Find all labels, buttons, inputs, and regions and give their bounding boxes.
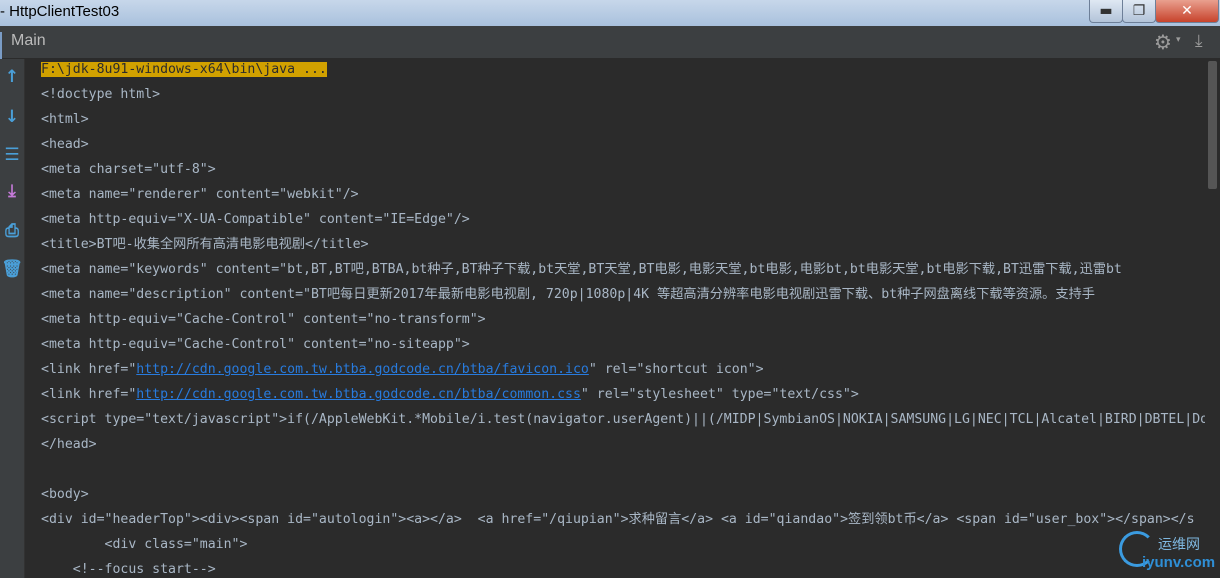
tab-grip-icon xyxy=(0,32,6,68)
console-side-toolbar: ↑ ↓ ☰ ⤓ ⎙ 🗑 xyxy=(0,59,25,578)
console-text: " rel="stylesheet" type="text/css"> xyxy=(580,387,859,402)
console-line: <!--focus start--> xyxy=(41,559,216,578)
console-text: " rel="shortcut icon"> xyxy=(588,362,764,377)
console-text: <div id="headerTop"><div><span id="autol… xyxy=(41,512,1195,527)
watermark-en: iyunv.com xyxy=(1142,554,1216,571)
console-text: <script type="text/javascript">if(/Apple… xyxy=(41,412,1205,427)
console-text: <!--focus start--> xyxy=(41,562,216,577)
console-line: <title>BT吧-收集全网所有高清电影电视剧</title> xyxy=(41,234,369,256)
console-line: <div id="headerTop"><div><span id="autol… xyxy=(41,509,1195,531)
vertical-scrollbar[interactable] xyxy=(1205,59,1220,578)
console-text: </head> xyxy=(41,437,97,452)
console-line: <meta http-equiv="Cache-Control" content… xyxy=(41,309,486,331)
watermark-logo: 运维网 iyunv.com xyxy=(1116,528,1220,578)
print-icon[interactable]: ⎙ xyxy=(2,221,22,241)
console-line: <meta http-equiv="Cache-Control" content… xyxy=(41,334,470,356)
console-text: <meta name="description" content="BT吧每日更… xyxy=(41,287,1095,302)
console-line: </head> xyxy=(41,434,97,456)
tab-main[interactable]: Main xyxy=(11,32,46,50)
console-text: <link href=" xyxy=(41,362,137,377)
console-line: <script type="text/javascript">if(/Apple… xyxy=(41,409,1205,431)
command-line-text[interactable]: F:\jdk-8u91-windows-x64\bin\java ... xyxy=(41,62,327,77)
console-line: <meta http-equiv="X-UA-Compatible" conte… xyxy=(41,209,470,231)
console-line: <body> xyxy=(41,484,89,506)
console-line: <link href="http://cdn.google.com.tw.btb… xyxy=(41,359,764,381)
console-line: <!doctype html> xyxy=(41,84,160,106)
close-icon: ✕ xyxy=(1181,3,1193,19)
chevron-down-icon[interactable]: ▾ xyxy=(1176,35,1181,45)
up-arrow-icon[interactable]: ↑ xyxy=(2,67,22,87)
soft-wrap-icon[interactable]: ☰ xyxy=(2,145,22,165)
run-toolbar: Main ⚙ ▾ ⤓ xyxy=(0,26,1220,68)
scroll-to-end-icon[interactable]: ⤓ xyxy=(2,181,22,201)
close-button[interactable]: ✕ xyxy=(1155,0,1219,23)
console-text: <head> xyxy=(41,137,89,152)
console-text: <link href=" xyxy=(41,387,137,402)
console-text: <meta http-equiv="X-UA-Compatible" conte… xyxy=(41,212,470,227)
gear-icon[interactable]: ⚙ xyxy=(1154,30,1172,54)
download-icon[interactable]: ⤓ xyxy=(1195,31,1203,51)
console-line: <html> xyxy=(41,109,89,131)
scrollbar-thumb[interactable] xyxy=(1208,61,1217,189)
maximize-button[interactable]: ❐ xyxy=(1122,0,1156,23)
window-title: - HttpClientTest03 xyxy=(0,3,120,20)
maximize-icon: ❐ xyxy=(1132,3,1146,19)
console-text: <meta http-equiv="Cache-Control" content… xyxy=(41,337,470,352)
console-text: <!doctype html> xyxy=(41,87,161,102)
watermark-cn: 运维网 xyxy=(1158,537,1200,553)
console-line: <meta charset="utf-8"> xyxy=(41,159,216,181)
console-line: <link href="http://cdn.google.com.tw.btb… xyxy=(41,384,859,406)
console-text: <meta name="renderer" content="webkit"/> xyxy=(41,187,359,202)
console-text: <meta http-equiv="Cache-Control" content… xyxy=(41,312,486,327)
console-line: F:\jdk-8u91-windows-x64\bin\java ... xyxy=(41,59,327,81)
title-bar: - HttpClientTest03 ▬ ❐ ✕ xyxy=(0,0,1220,26)
console-output[interactable]: F:\jdk-8u91-windows-x64\bin\java ... <!do… xyxy=(25,59,1205,578)
minimize-button[interactable]: ▬ xyxy=(1089,0,1123,23)
console-line: <meta name="keywords" content="bt,BT,BT吧… xyxy=(41,259,1122,281)
console-link[interactable]: http://cdn.google.com.tw.btba.godcode.cn… xyxy=(136,362,589,377)
console-text: <html> xyxy=(41,112,89,127)
minimize-icon: ▬ xyxy=(1099,3,1113,19)
console-line: <div class="main"> xyxy=(41,534,248,556)
console-line: <meta name="description" content="BT吧每日更… xyxy=(41,284,1095,306)
console-text: <meta charset="utf-8"> xyxy=(41,162,216,177)
console-text: <div class="main"> xyxy=(41,537,248,552)
trash-icon[interactable]: 🗑 xyxy=(1,259,23,279)
console-text: <body> xyxy=(41,487,89,502)
console-text: <meta name="keywords" content="bt,BT,BT吧… xyxy=(41,262,1122,277)
console-text: <title>BT吧-收集全网所有高清电影电视剧</title> xyxy=(41,237,369,252)
down-arrow-icon[interactable]: ↓ xyxy=(2,107,22,127)
console-line: <head> xyxy=(41,134,89,156)
console-line: <meta name="renderer" content="webkit"/> xyxy=(41,184,359,206)
console-link[interactable]: http://cdn.google.com.tw.btba.godcode.cn… xyxy=(136,387,581,402)
